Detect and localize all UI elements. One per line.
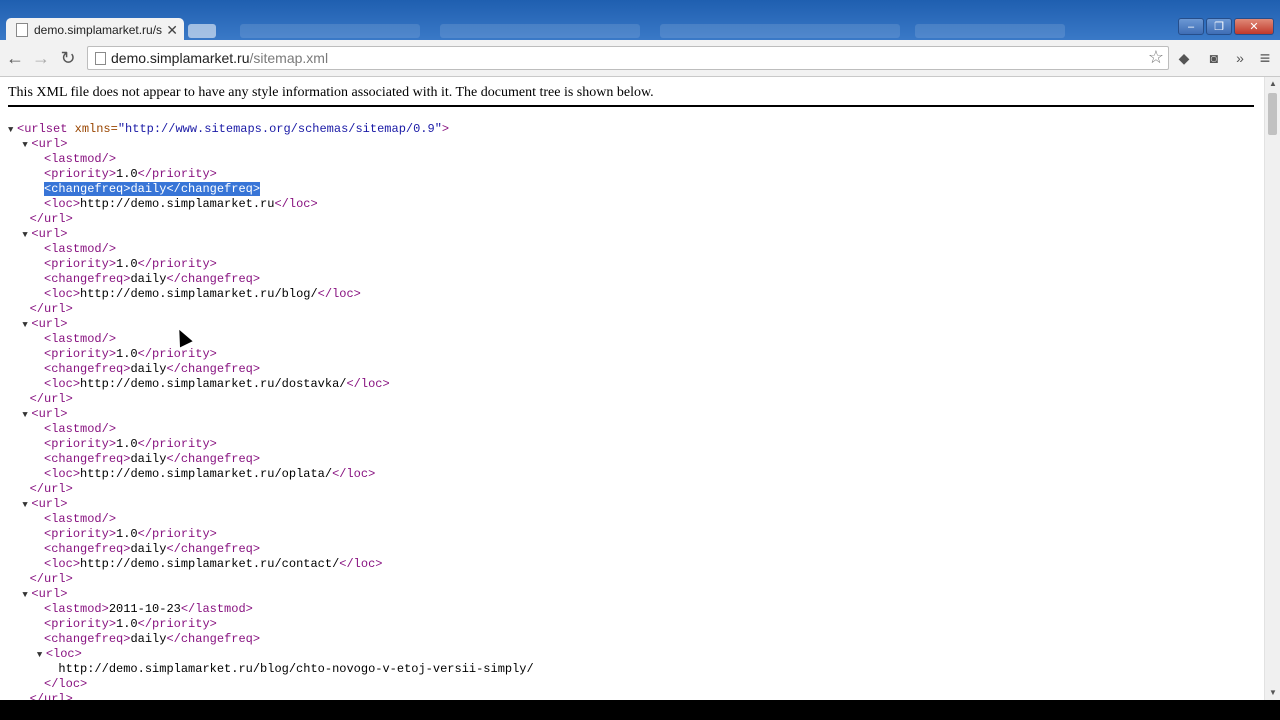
maximize-button[interactable]: ❐ — [1206, 18, 1232, 35]
url-close: </url> — [29, 572, 73, 586]
background-tab[interactable] — [660, 24, 900, 38]
scroll-up-arrow-icon[interactable]: ▲ — [1265, 77, 1280, 91]
url-open: ▼ <url> — [22, 407, 68, 421]
page-icon — [16, 23, 28, 37]
priority-line: <priority>1.0</priority> — [44, 617, 217, 631]
lastmod-line: <lastmod/> — [44, 332, 117, 346]
tab-title: demo.simplamarket.ru/sitemap.xml — [34, 23, 163, 37]
loc-line: <loc>http://demo.simplamarket.ru/dostavk… — [44, 377, 390, 391]
page-content: This XML file does not appear to have an… — [0, 77, 1264, 700]
background-tab[interactable] — [240, 24, 420, 38]
minimize-button[interactable]: – — [1178, 18, 1204, 35]
url-open: ▼ <url> — [22, 227, 68, 241]
url-path: /sitemap.xml — [249, 50, 329, 66]
url-open: ▼ <url> — [22, 497, 68, 511]
collapse-triangle-icon[interactable]: ▼ — [37, 648, 46, 663]
loc-line: <loc>http://demo.simplamarket.ru</loc> — [44, 197, 318, 211]
collapse-triangle-icon[interactable]: ▼ — [8, 123, 17, 138]
xml-tree: ▼ <urlset xmlns="http://www.sitemaps.org/… — [8, 122, 534, 700]
url-close: </url> — [29, 692, 73, 700]
overflow-icon[interactable]: » — [1231, 49, 1249, 67]
loc-line: <loc>http://demo.simplamarket.ru/blog/</… — [44, 287, 361, 301]
close-icon[interactable]: ✕ — [166, 23, 178, 37]
changefreq-line: <changefreq>daily</changefreq> — [44, 362, 261, 376]
vertical-scrollbar[interactable]: ▲ ▼ — [1264, 77, 1280, 700]
menu-icon[interactable]: ≡ — [1256, 49, 1274, 67]
loc-line: <loc>http://demo.simplamarket.ru/contact… — [44, 557, 383, 571]
priority-line: <priority>1.0</priority> — [44, 257, 217, 271]
url-open: ▼ <url> — [22, 317, 68, 331]
browser-titlebar: demo.simplamarket.ru/sitemap.xml ✕ – ❐ ✕ — [0, 0, 1280, 42]
url-close: </url> — [29, 482, 73, 496]
lastmod-line: <lastmod>2011-10-23</lastmod> — [44, 602, 253, 616]
loc-line: <loc>http://demo.simplamarket.ru/oplata/… — [44, 467, 376, 481]
reload-button[interactable]: ↻ — [57, 47, 79, 69]
url-text[interactable]: demo.simplamarket.ru/sitemap.xml — [111, 50, 328, 66]
changefreq-line: <changefreq>daily</changefreq> — [44, 632, 261, 646]
scroll-thumb[interactable] — [1268, 93, 1277, 135]
camera-icon[interactable]: ◙ — [1205, 49, 1223, 67]
url-open: ▼ <url> — [22, 587, 68, 601]
lastmod-line: <lastmod/> — [44, 512, 117, 526]
changefreq-line: <changefreq>daily</changefreq> — [44, 542, 261, 556]
page-icon — [95, 52, 106, 65]
background-tab[interactable] — [915, 24, 1065, 38]
scroll-down-arrow-icon[interactable]: ▼ — [1265, 686, 1280, 700]
back-button[interactable]: ← — [4, 47, 26, 69]
url-open: ▼ <url> — [22, 137, 68, 151]
url-close: </url> — [29, 212, 73, 226]
forward-button[interactable]: → — [30, 47, 52, 69]
priority-line: <priority>1.0</priority> — [44, 437, 217, 451]
window-controls: – ❐ ✕ — [1178, 18, 1274, 35]
lastmod-line: <lastmod/> — [44, 422, 117, 436]
priority-line: <priority>1.0</priority> — [44, 167, 217, 181]
xml-style-notice: This XML file does not appear to have an… — [8, 85, 1254, 107]
extension-icon[interactable]: ◆ — [1175, 49, 1193, 67]
new-tab-button[interactable] — [188, 24, 216, 38]
star-icon[interactable]: ☆ — [1148, 47, 1164, 68]
lastmod-line: <lastmod/> — [44, 152, 117, 166]
url-close: </url> — [29, 392, 73, 406]
url-host: demo.simplamarket.ru — [111, 50, 250, 66]
loc-open: ▼ <loc> — [36, 647, 82, 663]
browser-toolbar: ← → ↻ demo.simplamarket.ru/sitemap.xml ☆… — [0, 40, 1280, 77]
tab-sitemap[interactable]: demo.simplamarket.ru/sitemap.xml ✕ — [6, 18, 184, 42]
priority-line: <priority>1.0</priority> — [44, 347, 217, 361]
changefreq-line: <changefreq>daily</changefreq> — [8, 182, 534, 197]
background-tab[interactable] — [440, 24, 640, 38]
changefreq-line: <changefreq>daily</changefreq> — [44, 272, 261, 286]
loc-close: </loc> — [44, 677, 88, 691]
address-bar[interactable]: demo.simplamarket.ru/sitemap.xml ☆ — [87, 46, 1169, 70]
text-selection: <changefreq>daily</changefreq> — [44, 182, 261, 196]
priority-line: <priority>1.0</priority> — [44, 527, 217, 541]
url-close: </url> — [29, 302, 73, 316]
lastmod-line: <lastmod/> — [44, 242, 117, 256]
bottom-edge — [0, 700, 1280, 720]
urlset-open: ▼ <urlset xmlns="http://www.sitemaps.org/… — [8, 122, 450, 138]
changefreq-line: <changefreq>daily</changefreq> — [44, 452, 261, 466]
window-close-button[interactable]: ✕ — [1234, 18, 1274, 35]
loc-value: http://demo.simplamarket.ru/blog/chto-no… — [58, 662, 534, 676]
